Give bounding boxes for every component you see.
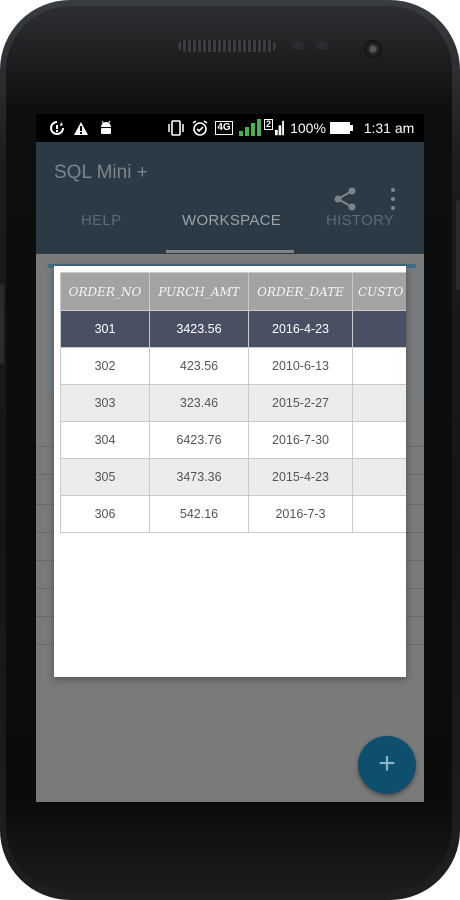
table-row[interactable]: 306 542.16 2016-7-3 20	[60, 495, 406, 533]
phone-side-button-left	[0, 284, 4, 364]
table-cell: 20	[352, 458, 406, 496]
battery-icon	[330, 119, 354, 137]
share-icon[interactable]	[332, 186, 358, 212]
table-cell: 302	[60, 347, 150, 385]
table-cell: 3423.56	[149, 310, 249, 348]
table-cell: 423.56	[149, 347, 249, 385]
app-bar: SQL Mini +	[36, 142, 424, 254]
android-icon	[98, 119, 114, 137]
light-sensor	[316, 41, 328, 50]
table-cell: 305	[60, 458, 150, 496]
signal-icon	[236, 119, 262, 137]
result-dialog: ORDER_NO PURCH_AMT ORDER_DATE CUSTO 301 …	[54, 266, 406, 677]
table-cell: 304	[60, 421, 150, 459]
table-cell: 303	[60, 384, 150, 422]
column-header[interactable]: ORDER_DATE	[248, 272, 353, 311]
status-bar: 4G 2 100% 1:31 am	[36, 114, 424, 142]
screen: 4G 2 100% 1:31 am SQL Mini + HELP WORKSP…	[36, 114, 424, 802]
result-table: ORDER_NO PURCH_AMT ORDER_DATE CUSTO 301 …	[60, 272, 406, 533]
table-cell: 20	[352, 347, 406, 385]
tab-indicator	[166, 250, 294, 253]
column-header[interactable]: CUSTO	[352, 272, 406, 311]
more-vert-icon[interactable]	[390, 188, 396, 210]
table-row[interactable]: 304 6423.76 2016-7-30 20	[60, 421, 406, 459]
vibrate-icon	[166, 119, 186, 137]
table-cell: 20	[352, 495, 406, 533]
battery-percent: 100%	[290, 120, 326, 136]
result-table-scroll[interactable]: ORDER_NO PURCH_AMT ORDER_DATE CUSTO 301 …	[60, 272, 406, 538]
table-header-row: ORDER_NO PURCH_AMT ORDER_DATE CUSTO	[60, 272, 406, 311]
tab-history[interactable]: HISTORY	[326, 212, 394, 229]
phone-side-button-right	[456, 200, 460, 290]
table-row[interactable]: 302 423.56 2010-6-13 20	[60, 347, 406, 385]
table-cell: 2016-4-23	[248, 310, 353, 348]
network-label: 4G	[215, 121, 233, 135]
sim-label: 2	[264, 118, 274, 130]
table-cell: 2010-6-13	[248, 347, 353, 385]
tab-workspace[interactable]: WORKSPACE	[182, 212, 281, 229]
table-cell: 20	[352, 310, 406, 348]
table-row[interactable]: 305 3473.36 2015-4-23 20	[60, 458, 406, 496]
table-cell: 2016-7-3	[248, 495, 353, 533]
sync-alert-icon	[48, 119, 66, 137]
alarm-icon	[190, 119, 210, 137]
clock: 1:31 am	[363, 120, 415, 136]
table-cell: 306	[60, 495, 150, 533]
front-camera	[364, 40, 382, 58]
table-cell: 301	[60, 310, 150, 348]
table-cell: 542.16	[149, 495, 249, 533]
proximity-sensor	[292, 41, 304, 50]
add-icon: +	[378, 747, 396, 780]
table-cell: 2016-7-30	[248, 421, 353, 459]
app-title: SQL Mini +	[54, 162, 148, 183]
table-cell: 323.46	[149, 384, 249, 422]
table-row[interactable]: 303 323.46 2015-2-27 20	[60, 384, 406, 422]
table-cell: 3473.36	[149, 458, 249, 496]
column-header[interactable]: ORDER_NO	[60, 272, 150, 311]
table-cell: 2015-4-23	[248, 458, 353, 496]
table-row[interactable]: 301 3423.56 2016-4-23 20	[60, 310, 406, 348]
signal-sim2-icon: 2	[264, 118, 284, 137]
table-cell: 6423.76	[149, 421, 249, 459]
warning-icon	[72, 119, 90, 137]
network-4g-icon: 4G	[214, 119, 234, 137]
tab-help[interactable]: HELP	[81, 212, 121, 229]
table-cell: 20	[352, 421, 406, 459]
table-cell: 20	[352, 384, 406, 422]
earpiece-speaker	[178, 40, 276, 52]
column-header[interactable]: PURCH_AMT	[149, 272, 249, 311]
add-fab-button[interactable]: +	[358, 736, 416, 794]
table-cell: 2015-2-27	[248, 384, 353, 422]
